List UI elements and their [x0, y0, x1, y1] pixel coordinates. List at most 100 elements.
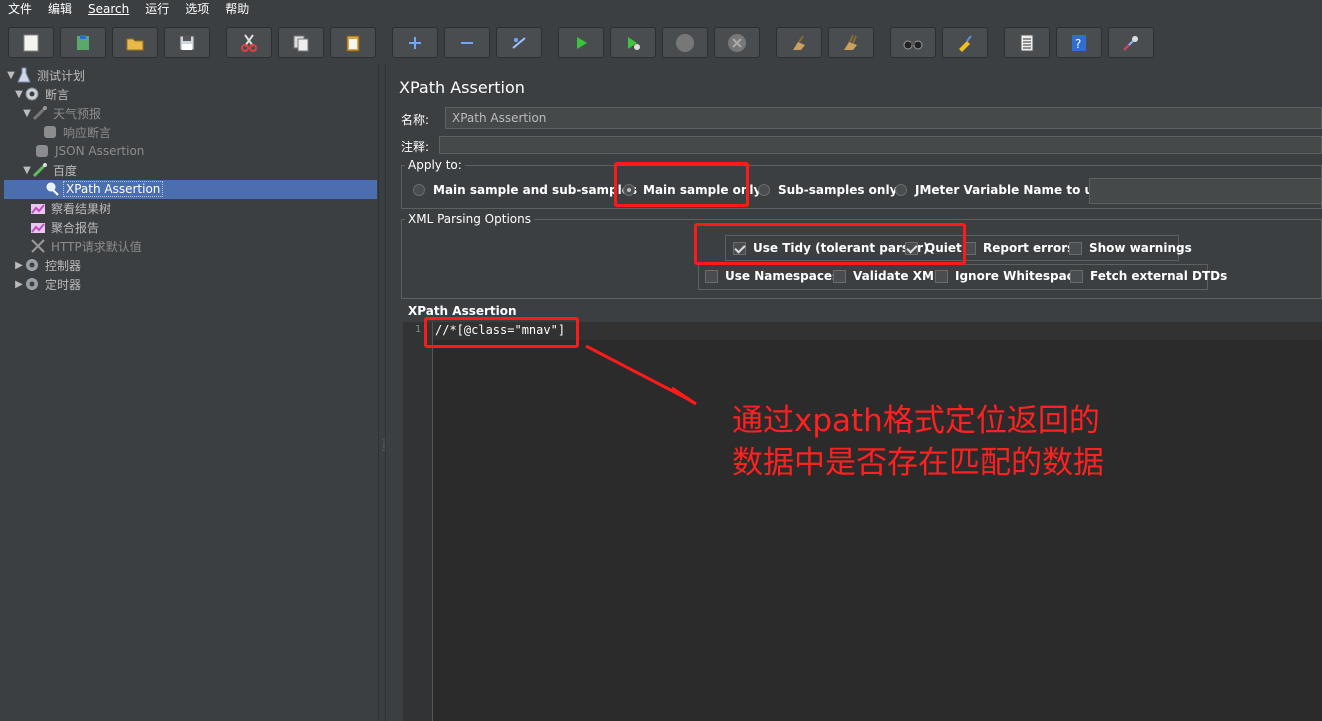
radio-jmeter-variable[interactable]: JMeter Variable Name to use [895, 183, 1108, 197]
clear-all-icon [844, 34, 857, 50]
search-binoculars-icon [903, 40, 923, 49]
shutdown-button[interactable] [714, 27, 760, 58]
splitter-grip-icon: ⋮ ⋮ [380, 438, 388, 452]
assertion-icon [44, 126, 56, 138]
expand-arrow-icon[interactable]: ▼ [6, 70, 16, 81]
function-helper-icon [1020, 34, 1034, 51]
gear-icon [26, 259, 38, 271]
menu-search[interactable]: Search [80, 0, 137, 18]
tree-item-json-assertion[interactable]: JSON Assertion [34, 142, 146, 160]
tree-item-timers[interactable]: ▶ 定时器 [14, 275, 83, 293]
check-show-warnings[interactable]: Show warnings [1069, 241, 1192, 255]
xpath-assertion-panel: XPath Assertion 名称: XPath Assertion 注释: … [387, 64, 1322, 721]
annotation-note: 通过xpath格式定位返回的 数据中是否存在匹配的数据 [732, 400, 1104, 484]
tree-item-assertions[interactable]: ▼ 断言 [14, 85, 71, 103]
annotation-line-1: 通过xpath格式定位返回的 [732, 403, 1100, 439]
gear-icon [26, 278, 38, 290]
check-report-errors[interactable]: Report errors [963, 241, 1074, 255]
copy-icon [293, 35, 309, 51]
templates-button[interactable] [60, 27, 106, 58]
tree-item-label: HTTP请求默认值 [51, 239, 142, 254]
checkbox-label: Use Namespaces [725, 269, 840, 283]
stop-button[interactable] [662, 27, 708, 58]
radio-circle [413, 184, 425, 196]
start-button[interactable] [558, 27, 604, 58]
checkbox [833, 269, 846, 283]
paste-button[interactable] [330, 27, 376, 58]
listener-chart-icon [31, 223, 45, 233]
checkbox-label: Report errors [983, 241, 1075, 255]
check-ignore-whitespace[interactable]: Ignore Whitespace [935, 269, 1082, 283]
reset-search-button[interactable] [942, 27, 988, 58]
tree-item-label: 测试计划 [37, 68, 86, 83]
menu-help[interactable]: 帮助 [217, 0, 257, 18]
radio-main-and-sub[interactable]: Main sample and sub-samples [413, 183, 637, 197]
check-fetch-external-dtds[interactable]: Fetch external DTDs [1070, 269, 1227, 283]
highlight-main-sample-only [614, 162, 749, 207]
line-number: 1 [415, 324, 422, 335]
xpath-editor[interactable]: 1 //*[@class="mnav"] [403, 322, 1322, 721]
tree-item-view-results-tree[interactable]: 察看结果树 [30, 199, 113, 217]
templates-icon [77, 34, 89, 50]
save-icon [179, 35, 195, 50]
expand-button[interactable] [392, 27, 438, 58]
menubar: 文件 编辑 Search 运行 选项 帮助 [0, 0, 1322, 18]
menu-file[interactable]: 文件 [0, 0, 40, 18]
tree-item-baidu[interactable]: ▼ 百度 [22, 161, 79, 179]
expand-arrow-icon[interactable]: ▶ [14, 279, 24, 290]
expand-icon [409, 36, 421, 49]
tree-item-label: JSON Assertion [55, 144, 145, 158]
expand-arrow-icon[interactable]: ▼ [22, 165, 32, 176]
open-button[interactable] [112, 27, 158, 58]
sampler-pipette-icon [32, 163, 47, 178]
start-icon [577, 36, 587, 49]
save-button[interactable] [164, 27, 210, 58]
start-no-timers-button[interactable] [610, 27, 656, 58]
new-button[interactable] [8, 27, 54, 58]
check-validate-xml[interactable]: Validate XML [833, 269, 942, 283]
paste-icon [346, 35, 360, 51]
clear-icon [793, 34, 805, 50]
shutdown-icon [728, 33, 746, 52]
clear-all-button[interactable] [828, 27, 874, 58]
tree-item-weather[interactable]: ▼ 天气预报 [22, 104, 103, 122]
radio-sub-only[interactable]: Sub-samples only [758, 183, 897, 197]
function-helper-button[interactable] [1004, 27, 1050, 58]
jmeter-variable-field[interactable] [1089, 178, 1322, 204]
remote-button[interactable] [1108, 27, 1154, 58]
menu-run[interactable]: 运行 [137, 0, 177, 18]
checkbox-label: Show warnings [1089, 241, 1192, 255]
expand-arrow-icon[interactable]: ▼ [14, 89, 24, 100]
name-field[interactable]: XPath Assertion [445, 107, 1322, 129]
tree-item-label: 百度 [53, 163, 78, 178]
tree-item-test-plan[interactable]: ▼ 测试计划 [6, 66, 87, 84]
tree-item-label: 断言 [45, 87, 70, 102]
expand-arrow-icon[interactable]: ▶ [14, 260, 24, 271]
sampler-pipette-icon [32, 106, 47, 121]
tree-item-controllers[interactable]: ▶ 控制器 [14, 256, 83, 274]
xml-parsing-title: XML Parsing Options [405, 212, 534, 226]
expand-arrow-icon[interactable]: ▼ [22, 108, 32, 119]
collapse-button[interactable] [444, 27, 490, 58]
search-button[interactable] [890, 27, 936, 58]
tree-item-xpath-assertion[interactable]: XPath Assertion [44, 180, 164, 198]
copy-button[interactable] [278, 27, 324, 58]
help-button[interactable]: ? [1056, 27, 1102, 58]
clear-button[interactable] [776, 27, 822, 58]
tree-item-response-assertion[interactable]: 响应断言 [42, 123, 113, 141]
listener-chart-icon [31, 204, 45, 214]
menu-options[interactable]: 选项 [177, 0, 217, 18]
checkbox [1070, 269, 1083, 283]
cut-button[interactable] [226, 27, 272, 58]
collapse-icon [461, 41, 473, 44]
comment-field[interactable] [439, 136, 1322, 154]
tree-item-aggregate-report[interactable]: 聚合报告 [30, 218, 101, 236]
menu-edit[interactable]: 编辑 [40, 0, 80, 18]
panel-splitter[interactable]: ⋮ ⋮ [378, 64, 388, 721]
checkbox [1069, 241, 1082, 255]
tree-item-http-defaults[interactable]: HTTP请求默认值 [30, 237, 144, 255]
open-icon [126, 38, 144, 50]
panel-title: XPath Assertion [399, 78, 525, 97]
check-use-namespaces[interactable]: Use Namespaces [705, 269, 839, 283]
toggle-button[interactable] [496, 27, 542, 58]
